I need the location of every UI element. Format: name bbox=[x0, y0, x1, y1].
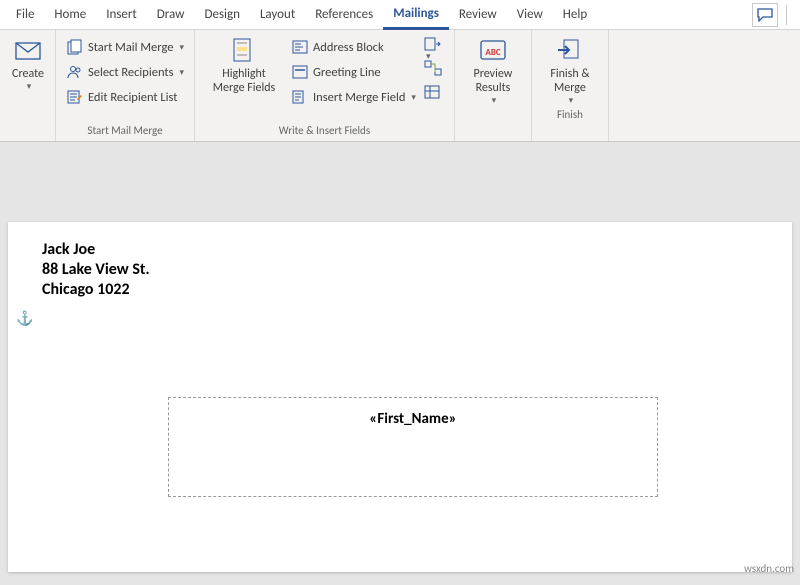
group-label-start-mail-merge: Start Mail Merge bbox=[62, 122, 188, 141]
comments-icon bbox=[757, 8, 773, 22]
greeting-line-icon bbox=[291, 63, 309, 81]
edit-list-icon bbox=[66, 88, 84, 106]
ribbon: Create ▾ Start Mail Merge▾ Select Recipi… bbox=[0, 30, 800, 142]
dropdown-caret: ▾ bbox=[27, 82, 32, 92]
insert-field-icon bbox=[291, 88, 309, 106]
create-envelopes-button[interactable]: Create ▾ bbox=[6, 32, 50, 92]
group-label-finish: Finish bbox=[538, 106, 602, 125]
edit-recipient-list-button[interactable]: Edit Recipient List bbox=[62, 85, 188, 109]
rules-button[interactable]: ▾ bbox=[424, 36, 444, 56]
tab-design[interactable]: Design bbox=[194, 0, 249, 30]
recipient-textbox[interactable]: «First_Name» bbox=[168, 397, 658, 497]
greeting-line-button[interactable]: Greeting Line bbox=[287, 60, 420, 84]
watermark: wsxdn.com bbox=[744, 562, 794, 575]
finish-icon bbox=[553, 36, 587, 66]
address-block-icon bbox=[291, 38, 309, 56]
tab-layout[interactable]: Layout bbox=[250, 0, 305, 30]
return-address[interactable]: Jack Joe 88 Lake View St. Chicago 1022 bbox=[42, 240, 150, 300]
highlight-merge-fields-button[interactable]: Highlight Merge Fields bbox=[201, 32, 287, 96]
tab-file[interactable]: File bbox=[6, 0, 44, 30]
start-mail-merge-button[interactable]: Start Mail Merge▾ bbox=[62, 35, 188, 59]
recipients-icon bbox=[66, 63, 84, 81]
merge-field-first-name[interactable]: «First_Name» bbox=[369, 410, 456, 428]
envelope-page[interactable]: Jack Joe 88 Lake View St. Chicago 1022 ⚓… bbox=[8, 222, 792, 572]
select-recipients-button[interactable]: Select Recipients▾ bbox=[62, 60, 188, 84]
tab-help[interactable]: Help bbox=[553, 0, 597, 30]
preview-icon: ABC bbox=[476, 36, 510, 66]
group-label-preview bbox=[461, 106, 525, 112]
tab-references[interactable]: References bbox=[305, 0, 383, 30]
update-labels-button[interactable] bbox=[424, 84, 444, 104]
group-label-write-insert: Write & Insert Fields bbox=[201, 122, 448, 141]
address-block-button[interactable]: Address Block bbox=[287, 35, 420, 59]
tab-mailings[interactable]: Mailings bbox=[383, 0, 449, 30]
ribbon-tab-bar: File Home Insert Draw Design Layout Refe… bbox=[0, 0, 800, 30]
tab-home[interactable]: Home bbox=[44, 0, 96, 30]
tab-review[interactable]: Review bbox=[449, 0, 507, 30]
comments-button[interactable] bbox=[752, 3, 778, 27]
preview-results-button[interactable]: ABC Preview Results▾ bbox=[461, 32, 525, 106]
tab-insert[interactable]: Insert bbox=[96, 0, 147, 30]
document-canvas[interactable]: Jack Joe 88 Lake View St. Chicago 1022 ⚓… bbox=[0, 142, 800, 585]
envelope-icon bbox=[11, 36, 45, 66]
group-label-create bbox=[6, 92, 49, 98]
highlight-icon bbox=[227, 36, 261, 66]
svg-text:ABC: ABC bbox=[485, 47, 500, 58]
tab-draw[interactable]: Draw bbox=[147, 0, 195, 30]
insert-merge-field-button[interactable]: Insert Merge Field▾ bbox=[287, 85, 420, 109]
tab-view[interactable]: View bbox=[507, 0, 553, 30]
match-fields-button[interactable] bbox=[424, 60, 444, 80]
create-label: Create bbox=[12, 68, 44, 82]
finish-merge-button[interactable]: Finish & Merge▾ bbox=[538, 32, 602, 106]
anchor-icon: ⚓ bbox=[16, 310, 33, 327]
mail-merge-icon bbox=[66, 38, 84, 56]
